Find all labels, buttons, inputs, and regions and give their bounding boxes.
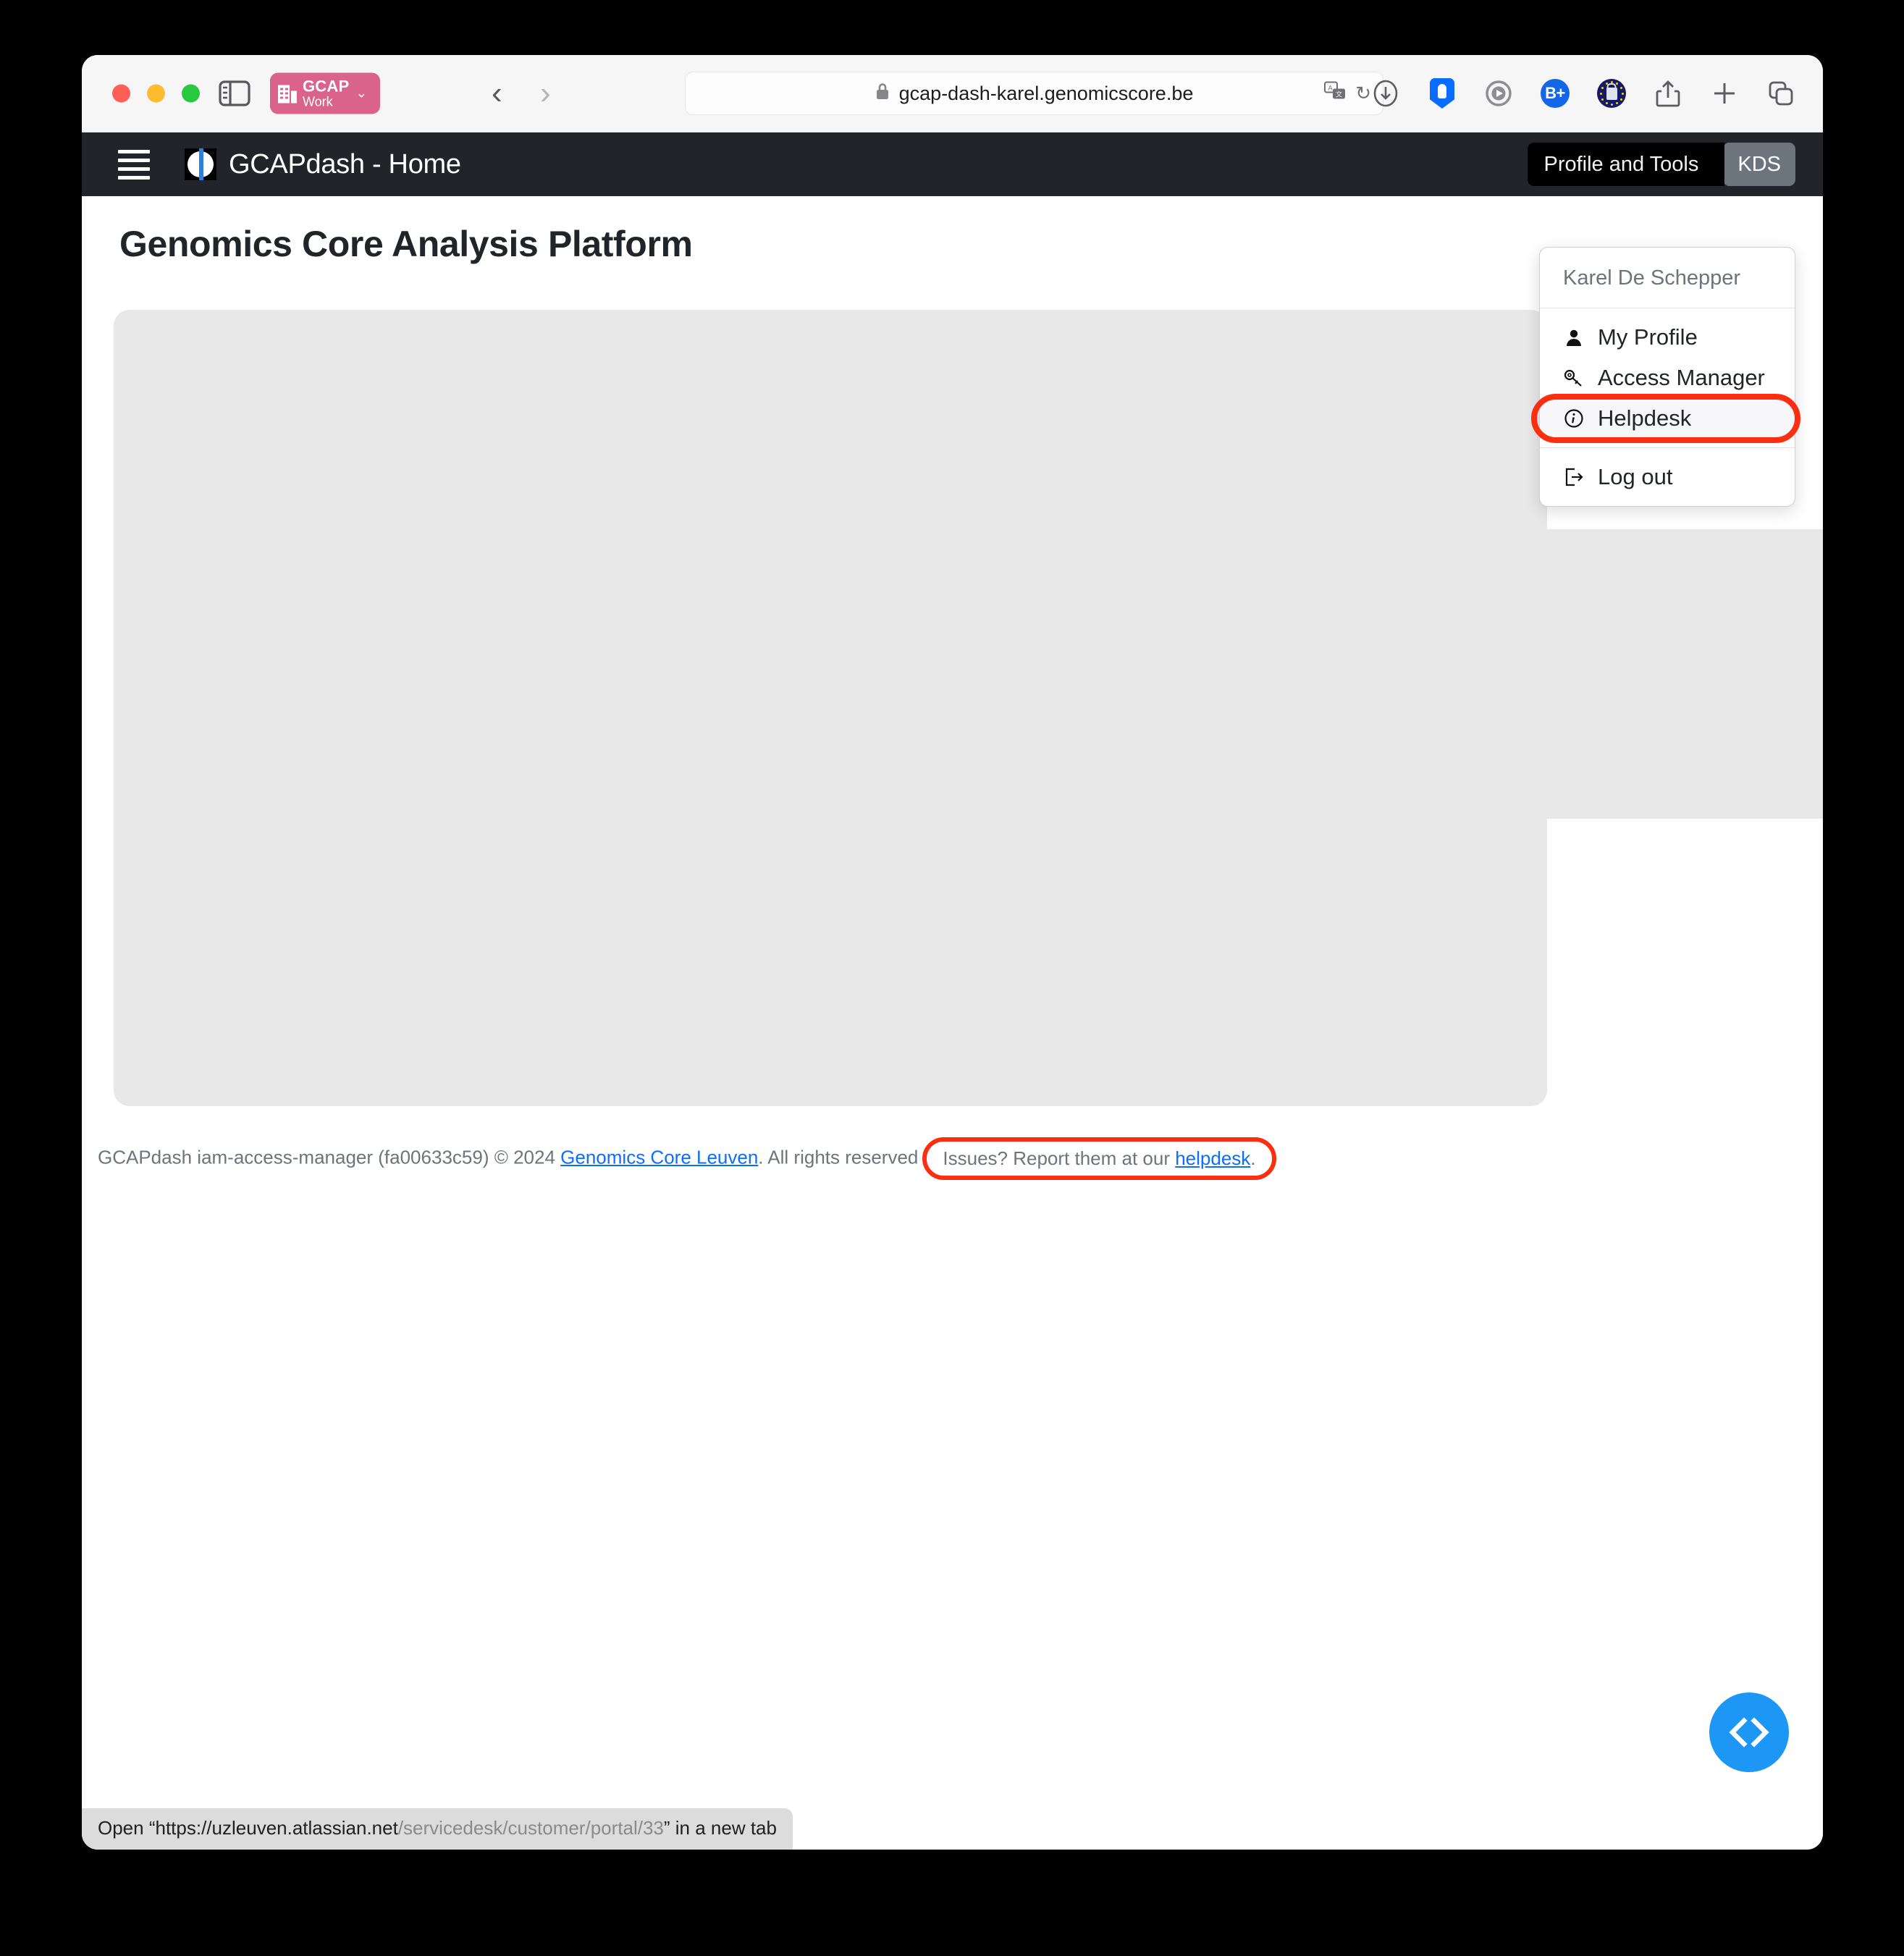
eu-privacy-icon[interactable] [1597,79,1626,108]
secondary-content-card [1501,529,1823,819]
browser-profile-chip[interactable]: GCAP Work ⌄ [270,72,380,114]
downloads-icon[interactable] [1371,79,1400,108]
page-title: Genomics Core Analysis Platform [119,224,693,264]
main-content-card [114,310,1547,1106]
share-icon[interactable] [1654,79,1682,108]
svg-text:A: A [1328,85,1333,92]
issues-suffix-text: . [1250,1147,1256,1169]
recording-icon[interactable] [1484,79,1513,108]
dropdown-group-main: My Profile Access Manager Helpdesk [1531,308,1800,448]
lock-icon [875,82,890,106]
translate-icon[interactable]: A 文 [1324,81,1346,106]
user-icon [1562,328,1586,347]
profile-and-tools-button[interactable]: Profile and Tools KDS [1528,143,1795,186]
status-suffix: ” in a new tab [663,1817,777,1839]
profile-and-tools-label: Profile and Tools [1528,143,1714,186]
menu-item-my-profile[interactable]: My Profile [1540,317,1795,358]
profile-tools-arrow [1713,143,1725,186]
footer: GCAPdash iam-access-manager (fa00633c59)… [82,1137,1823,1180]
minimize-window-button[interactable] [147,84,165,103]
status-prefix: Open “ [98,1817,156,1839]
reload-icon[interactable]: ↻ [1355,83,1371,105]
info-circle-icon [1562,408,1586,429]
address-bar[interactable]: gcap-dash-karel.genomicscore.be A 文 ↻ [685,72,1383,115]
status-domain: https://uzleuven.atlassian.net [155,1817,398,1839]
menu-item-access-manager[interactable]: Access Manager [1540,358,1795,398]
status-path: /servicedesk/customer/portal/33 [397,1817,664,1839]
close-window-button[interactable] [112,84,130,103]
forward-button[interactable]: › [540,75,551,111]
new-tab-icon[interactable] [1710,79,1739,108]
profile-chip-sub: Work [303,94,333,109]
app-title: GCAPdash - Home [229,148,461,180]
avatar[interactable]: KDS [1723,143,1795,186]
browser-toolbar-icons: B+ [1371,78,1795,109]
browser-window: GCAP Work ⌄ ‹ › gcap-dash-karel.genomics… [82,55,1823,1850]
footer-app-text: GCAPdash iam-access-manager (fa00633c59)… [98,1146,561,1168]
address-bar-url: gcap-dash-karel.genomicscore.be [898,82,1194,104]
tab-overview-icon[interactable] [1766,79,1795,108]
brand[interactable]: GCAPdash - Home [185,148,461,180]
menu-item-label: My Profile [1598,324,1698,350]
link-status-tooltip: Open “https://uzleuven.atlassian.net/ser… [82,1808,793,1850]
app-header: GCAPdash - Home Profile and Tools KDS [82,132,1823,196]
code-brackets-icon[interactable] [1709,1692,1789,1772]
helpdesk-footer-highlight: Issues? Report them at our helpdesk. [922,1137,1276,1180]
menu-item-label: Access Manager [1598,365,1765,390]
hamburger-icon[interactable] [118,149,150,180]
menu-item-label: Log out [1598,464,1673,489]
gcap-logo-icon [185,148,216,180]
browser-toolbar: GCAP Work ⌄ ‹ › gcap-dash-karel.genomics… [82,55,1823,132]
address-bar-actions: A 文 ↻ [1324,81,1371,106]
genomics-core-leuven-link[interactable]: Genomics Core Leuven [560,1146,758,1168]
svg-text:文: 文 [1336,90,1342,98]
menu-item-log-out[interactable]: Log out [1540,457,1795,497]
back-button[interactable]: ‹ [492,75,502,111]
dropdown-group-session: Log out [1540,448,1795,506]
building-icon [278,85,297,103]
issues-prefix-text: Issues? Report them at our [943,1147,1176,1169]
traffic-lights [112,84,200,103]
logout-icon [1562,467,1586,487]
bitwarden-icon[interactable]: B+ [1541,79,1570,108]
menu-item-helpdesk[interactable]: Helpdesk [1531,394,1800,443]
zoom-window-button[interactable] [182,84,200,103]
chevron-down-icon[interactable]: ⌄ [355,85,367,102]
footer-rights-text: . All rights reserved [758,1146,919,1168]
profile-chip-name: GCAP [303,77,350,96]
sidebar-icon[interactable] [219,80,250,106]
helpdesk-footer-link[interactable]: helpdesk [1175,1147,1250,1169]
key-icon [1562,368,1586,387]
profile-dropdown-menu: Karel De Schepper My Profile Access Mana… [1531,247,1800,507]
password-manager-icon[interactable] [1428,78,1457,109]
dropdown-user-name: Karel De Schepper [1540,248,1795,308]
menu-item-label: Helpdesk [1598,405,1692,431]
